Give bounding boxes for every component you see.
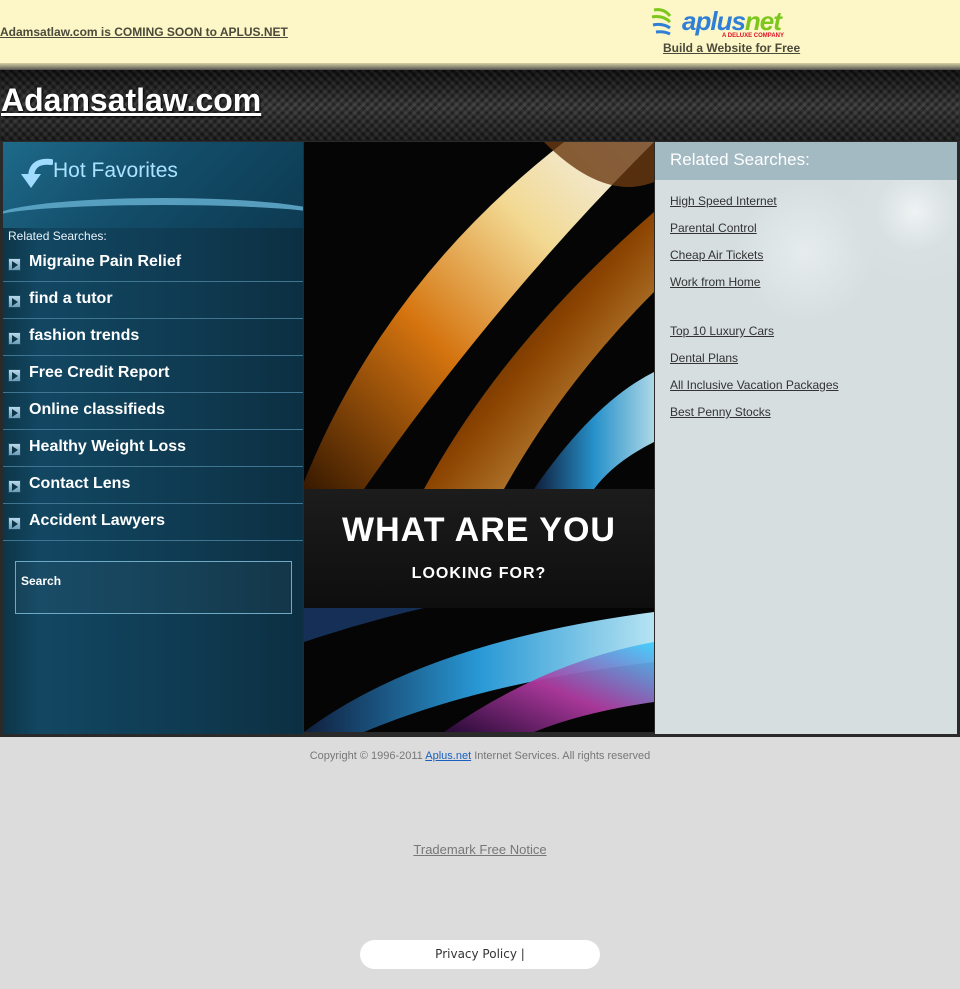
favorite-item[interactable]: Free Credit Report <box>3 356 303 393</box>
favorites-list: Migraine Pain Relief find a tutor fashio… <box>3 245 303 541</box>
trademark-notice-link[interactable]: Trademark Free Notice <box>0 842 960 857</box>
logo-tagline: A DELUXE COMPANY <box>722 33 785 39</box>
arrow-bullet-icon <box>8 406 21 419</box>
related-search-link[interactable]: Top 10 Luxury Cars <box>670 324 839 351</box>
hero-text-banner: WHAT ARE YOU LOOKING FOR? <box>304 489 654 608</box>
related-search-link[interactable]: Work from Home <box>670 275 839 302</box>
related-search-link[interactable]: Best Penny Stocks <box>670 405 839 432</box>
sidebar-related-label: Related Searches: <box>8 229 107 243</box>
build-website-link[interactable]: Build a Website for Free <box>663 41 800 55</box>
copyright-suffix: Internet Services. All rights reserved <box>471 750 651 762</box>
related-search-link[interactable]: Dental Plans <box>670 351 839 378</box>
arrow-bullet-icon <box>8 369 21 382</box>
favorite-link[interactable]: find a tutor <box>29 290 113 308</box>
link-group-spacer <box>670 302 839 324</box>
favorite-link[interactable]: Healthy Weight Loss <box>29 438 186 456</box>
favorite-link[interactable]: Migraine Pain Relief <box>29 253 181 271</box>
aplus-swoosh-icon <box>651 8 672 36</box>
hot-favorites-sidebar: Hot Favorites Related Searches: Migraine… <box>3 142 303 734</box>
favorite-link[interactable]: Online classifieds <box>29 401 165 419</box>
arrow-bullet-icon <box>8 258 21 271</box>
hero-subheadline: LOOKING FOR? <box>411 565 547 582</box>
related-searches-links: High Speed Internet Parental Control Che… <box>670 194 839 432</box>
top-banner: Adamsatlaw.com is COMING SOON to APLUS.N… <box>0 0 960 66</box>
site-header: Adamsatlaw.com <box>0 70 960 142</box>
related-search-link[interactable]: Parental Control <box>670 221 839 248</box>
hero-headline: WHAT ARE YOU <box>342 511 616 549</box>
favorite-item[interactable]: Online classifieds <box>3 393 303 430</box>
search-label: Search <box>21 574 62 588</box>
favorite-link[interactable]: Accident Lawyers <box>29 512 165 530</box>
favorite-link[interactable]: fashion trends <box>29 327 139 345</box>
aplus-footer-link[interactable]: Aplus.net <box>425 750 471 762</box>
light-streaks-graphic <box>304 142 654 732</box>
arrow-bullet-icon <box>8 480 21 493</box>
favorite-item[interactable]: fashion trends <box>3 319 303 356</box>
curved-arrow-icon <box>21 158 53 188</box>
related-searches-title: Related Searches: <box>670 150 810 169</box>
search-box[interactable]: Search <box>15 561 292 614</box>
related-searches-header: Related Searches: <box>655 142 957 180</box>
related-search-link[interactable]: Cheap Air Tickets <box>670 248 839 275</box>
copyright-prefix: Copyright © 1996-2011 <box>309 750 426 762</box>
copyright-notice: Copyright © 1996-2011 Aplus.net Internet… <box>0 750 960 762</box>
aplus-logo[interactable]: aplusnet A DELUXE COMPANY <box>648 2 804 42</box>
arrow-bullet-icon <box>8 295 21 308</box>
favorite-item[interactable]: Contact Lens <box>3 467 303 504</box>
favorite-item[interactable]: Migraine Pain Relief <box>3 245 303 282</box>
favorite-link[interactable]: Free Credit Report <box>29 364 169 382</box>
related-search-link[interactable]: High Speed Internet <box>670 194 839 221</box>
hot-favorites-title: Hot Favorites <box>53 159 178 182</box>
related-searches-panel: Related Searches: High Speed Internet Pa… <box>655 142 957 734</box>
favorite-link[interactable]: Contact Lens <box>29 475 130 493</box>
favorite-item[interactable]: Healthy Weight Loss <box>3 430 303 467</box>
coming-soon-link[interactable]: Adamsatlaw.com is COMING SOON to APLUS.N… <box>0 25 288 39</box>
hot-favorites-header: Hot Favorites <box>3 142 303 228</box>
arrow-bullet-icon <box>8 443 21 456</box>
hero-image: WHAT ARE YOU LOOKING FOR? <box>304 142 654 732</box>
favorite-item[interactable]: find a tutor <box>3 282 303 319</box>
arrow-bullet-icon <box>8 517 21 530</box>
site-title-link[interactable]: Adamsatlaw.com <box>1 82 261 119</box>
privacy-policy-link[interactable]: Privacy Policy | <box>360 940 600 969</box>
favorite-item[interactable]: Accident Lawyers <box>3 504 303 541</box>
related-search-link[interactable]: All Inclusive Vacation Packages <box>670 378 839 405</box>
arrow-bullet-icon <box>8 332 21 345</box>
